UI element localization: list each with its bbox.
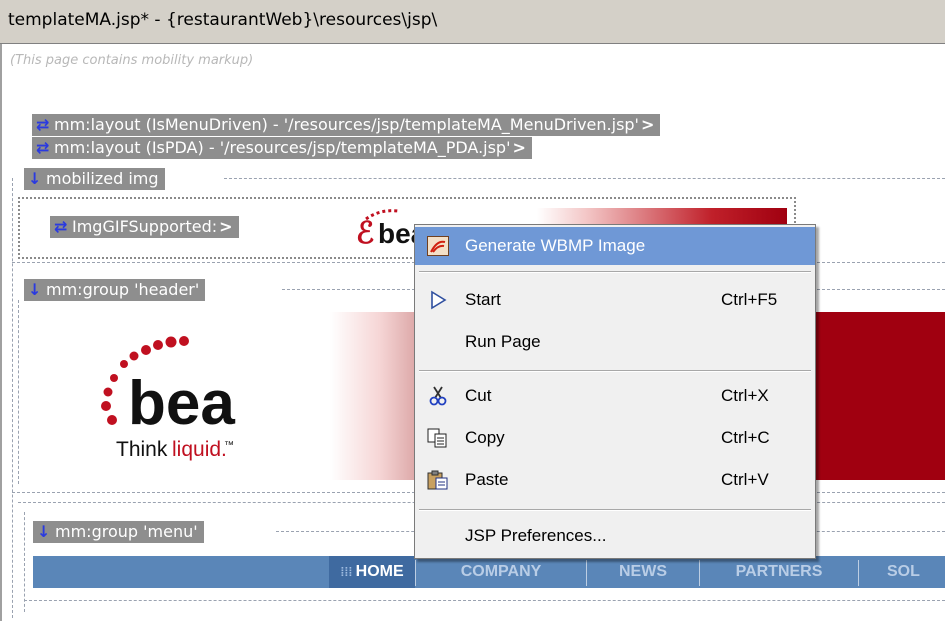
nav-label: COMPANY <box>460 563 542 580</box>
group-down-icon: ↓ <box>28 169 42 188</box>
menu-item-shortcut: Ctrl+C <box>721 428 770 447</box>
nav-grip-icon: ⁞⁞⁞ <box>340 565 356 579</box>
paste-icon <box>427 470 448 490</box>
menu-item-label: Generate WBMP Image <box>465 236 646 255</box>
menu-item-shortcut: Ctrl+X <box>721 386 769 405</box>
menu-item-label: Cut <box>465 386 492 405</box>
svg-text:Think: Think <box>116 438 168 461</box>
layout-menudriven-tag[interactable]: ⇄ mm:layout (IsMenuDriven) - '/resources/… <box>32 114 661 136</box>
menu-item-label: Start <box>465 290 501 309</box>
group-header-tag[interactable]: ↓ mm:group 'header' <box>24 279 206 301</box>
group-menu-tag[interactable]: ↓ mm:group 'menu' <box>33 521 204 543</box>
group-border <box>18 300 19 484</box>
menu-item-label: Run Page <box>465 332 541 351</box>
menu-item-label: Copy <box>465 428 505 447</box>
play-icon <box>431 290 447 310</box>
menu-item-copy[interactable]: Copy Ctrl+C <box>415 419 815 457</box>
nav-item-solutions[interactable]: SOL <box>859 556 945 588</box>
editor-tab-bar: templateMA.jsp* - {restaurantWeb}\resour… <box>0 0 945 44</box>
nav-label: SOL <box>887 563 920 580</box>
nav-label: PARTNERS <box>735 563 823 580</box>
context-menu: Generate WBMP Image Start Ctrl+F5 Run Pa… <box>414 224 816 559</box>
tag-end-icon: > <box>512 138 526 157</box>
tag-end-icon: > <box>640 115 655 134</box>
menu-item-paste[interactable]: Paste Ctrl+V <box>415 461 815 499</box>
menu-item-run-page[interactable]: Run Page <box>415 323 815 361</box>
mobility-note: (This page contains mobility markup) <box>10 53 254 68</box>
layout-arrows-icon: ⇄ <box>54 217 68 236</box>
tag-label: mm:group 'header' <box>46 280 200 299</box>
nav-item-company[interactable]: COMPANY <box>416 556 586 588</box>
menu-item-label: Paste <box>465 470 509 489</box>
bea-logo: bea Think liquid. ™ <box>101 336 235 461</box>
nav-label: HOME <box>355 563 404 580</box>
editor-title[interactable]: templateMA.jsp* - {restaurantWeb}\resour… <box>8 10 437 30</box>
layout-arrows-icon: ⇄ <box>36 115 50 134</box>
svg-text:™: ™ <box>224 440 234 451</box>
imggif-supported-tag[interactable]: ⇄ ImgGIFSupported: > <box>50 216 239 238</box>
tag-label: mm:layout (IsMenuDriven) - '/resources/j… <box>54 115 639 134</box>
group-down-icon: ↓ <box>28 280 42 299</box>
menu-item-shortcut: Ctrl+F5 <box>721 290 778 309</box>
svg-text:ℰ: ℰ <box>356 217 374 250</box>
mobilized-img-tag[interactable]: ↓ mobilized img <box>24 168 165 190</box>
group-border <box>24 600 945 601</box>
layout-pda-tag[interactable]: ⇄ mm:layout (IsPDA) - '/resources/jsp/tem… <box>32 137 532 159</box>
group-border <box>24 512 25 612</box>
tag-end-icon: > <box>219 217 233 236</box>
menu-item-cut[interactable]: Cut Ctrl+X <box>415 377 815 415</box>
copy-icon <box>427 428 447 448</box>
scissors-icon <box>429 386 447 406</box>
menu-item-jsp-preferences[interactable]: JSP Preferences... <box>415 517 815 555</box>
tag-label: mobilized img <box>46 169 159 188</box>
menu-item-shortcut: Ctrl+V <box>721 470 769 489</box>
layout-arrows-icon: ⇄ <box>36 138 50 157</box>
nav-item-news[interactable]: NEWS <box>587 556 699 588</box>
group-down-icon: ↓ <box>37 522 51 541</box>
tag-label: mm:group 'menu' <box>55 522 198 541</box>
menu-separator <box>419 271 811 273</box>
menu-item-start[interactable]: Start Ctrl+F5 <box>415 281 815 319</box>
site-nav-bar: ⁞⁞⁞ HOME COMPANY NEWS PARTNERS SOL <box>33 556 945 588</box>
menu-separator <box>419 509 811 511</box>
tag-label: mm:layout (IsPDA) - '/resources/jsp/temp… <box>54 138 511 157</box>
group-border <box>224 178 945 179</box>
menu-item-label: JSP Preferences... <box>465 526 607 545</box>
menu-separator <box>419 370 811 372</box>
nav-item-home[interactable]: ⁞⁞⁞ HOME <box>329 556 415 588</box>
nav-label: NEWS <box>619 563 667 580</box>
menu-item-generate-wbmp[interactable]: Generate WBMP Image <box>415 227 815 265</box>
tag-label: ImgGIFSupported: <box>72 217 218 236</box>
svg-text:bea: bea <box>128 369 235 438</box>
svg-text:liquid.: liquid. <box>172 438 227 461</box>
wbmp-icon <box>427 236 449 256</box>
group-border <box>12 178 13 618</box>
nav-item-partners[interactable]: PARTNERS <box>700 556 858 588</box>
